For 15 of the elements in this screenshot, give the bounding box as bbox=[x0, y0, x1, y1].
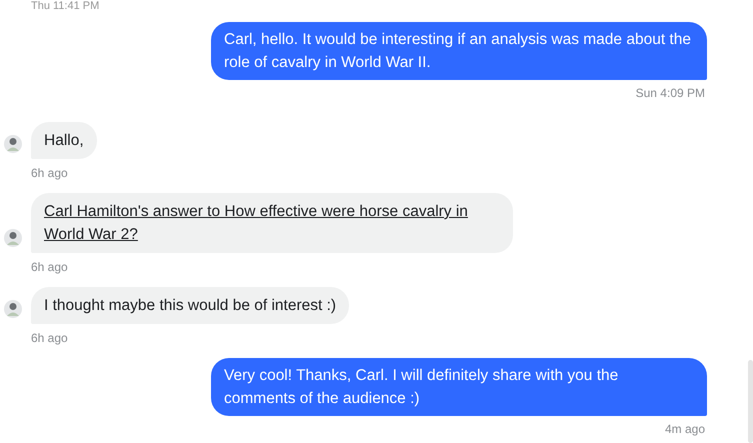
timestamp: 6h ago bbox=[31, 166, 69, 180]
avatar-icon bbox=[4, 300, 22, 318]
timestamp: 6h ago bbox=[31, 260, 69, 274]
message-bubble: I thought maybe this would be of interest :) bbox=[31, 287, 350, 324]
timestamp: Sun 4:09 PM bbox=[636, 86, 705, 100]
avatar-icon bbox=[4, 135, 22, 153]
message-bubble: Very cool! Thanks, Carl. I will definitely share with you the comments of the audience :) bbox=[211, 358, 707, 416]
timestamp: 6h ago bbox=[31, 331, 69, 345]
avatar-icon bbox=[4, 229, 22, 247]
message-bubble: Carl, hello. It would be interesting if an analysis was made about the role of cavalry in World War II. bbox=[211, 22, 707, 80]
scrollbar[interactable] bbox=[748, 360, 753, 443]
shared-link[interactable]: Carl Hamilton's answer to How effective were horse cavalry in World War 2? bbox=[44, 200, 500, 246]
timestamp: 4m ago bbox=[664, 422, 705, 436]
timestamp: Thu 11:41 PM bbox=[31, 0, 100, 13]
message-bubble: Hallo, bbox=[31, 122, 97, 159]
